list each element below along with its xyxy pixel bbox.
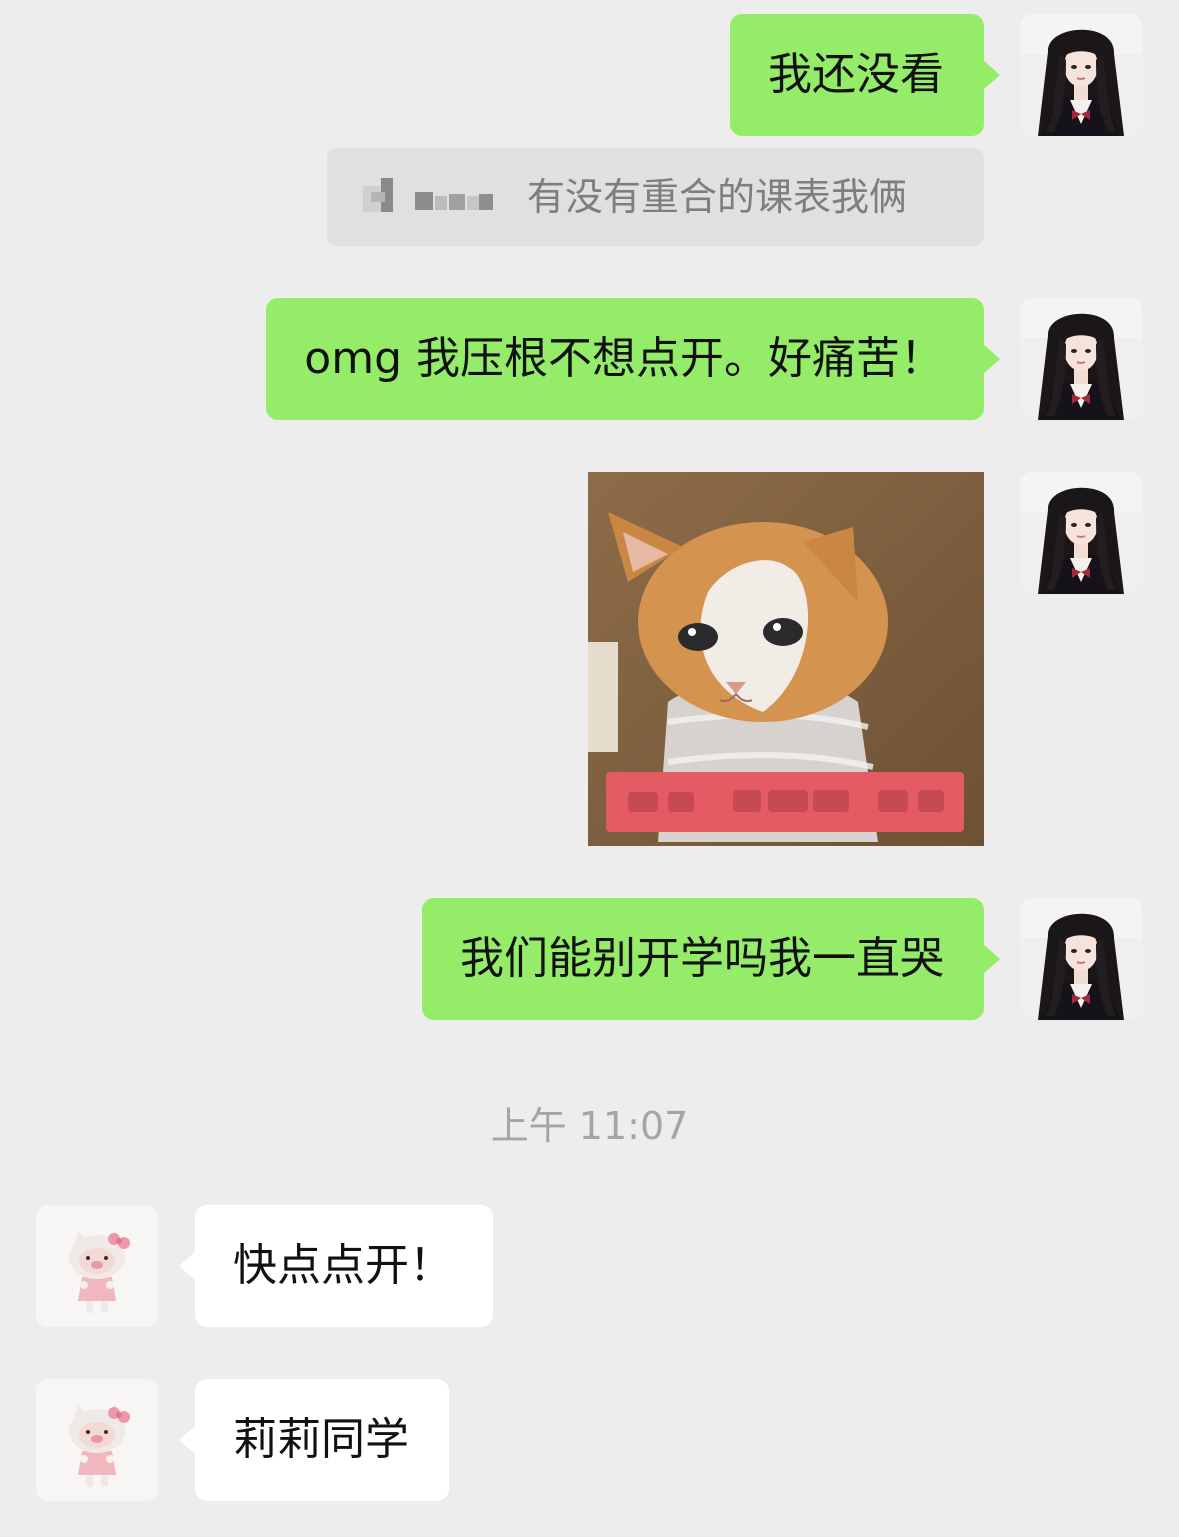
message-bubble-self[interactable]: 我还没看 [730,14,1000,136]
message-text: omg 我压根不想点开。好痛苦！ [304,333,944,384]
message-timestamp: 上午 11:07 [490,1104,689,1148]
self-avatar[interactable] [1020,14,1142,136]
girl-portrait-icon [1020,472,1142,594]
hello-kitty-icon [36,1379,158,1501]
girl-portrait-icon [1020,14,1142,136]
peer-avatar[interactable] [36,1205,158,1327]
girl-portrait-icon [1020,898,1142,1020]
self-avatar[interactable] [1020,298,1142,420]
message-text: 我们能别开学吗我一直哭 [460,933,944,984]
quoted-text: 有没有重合的课表我俩 [527,175,908,219]
message-bubble-self[interactable]: omg 我压根不想点开。好痛苦！ [266,298,1000,420]
message-text: 快点点开！ [233,1240,453,1291]
message-text: 莉莉同学 [233,1414,409,1465]
self-avatar[interactable] [1020,472,1142,594]
girl-portrait-icon [1020,298,1142,420]
self-avatar[interactable] [1020,898,1142,1020]
kitten-icon [588,472,984,846]
chat-window: 我还没看 有没有重合的课表我俩 omg 我压根不想点开。好痛苦！ 我们能别开学吗… [0,0,1179,1537]
message-bubble-peer[interactable]: 快点点开！ [179,1205,493,1327]
blurred-name [363,178,493,212]
hello-kitty-icon [36,1205,158,1327]
message-bubble-peer[interactable]: 莉莉同学 [179,1379,449,1501]
peer-avatar[interactable] [36,1379,158,1501]
quoted-message[interactable]: 有没有重合的课表我俩 [327,148,984,246]
kitten-sticker-image[interactable] [588,472,984,846]
message-bubble-self[interactable]: 我们能别开学吗我一直哭 [422,898,1000,1020]
message-text: 我还没看 [768,49,944,100]
